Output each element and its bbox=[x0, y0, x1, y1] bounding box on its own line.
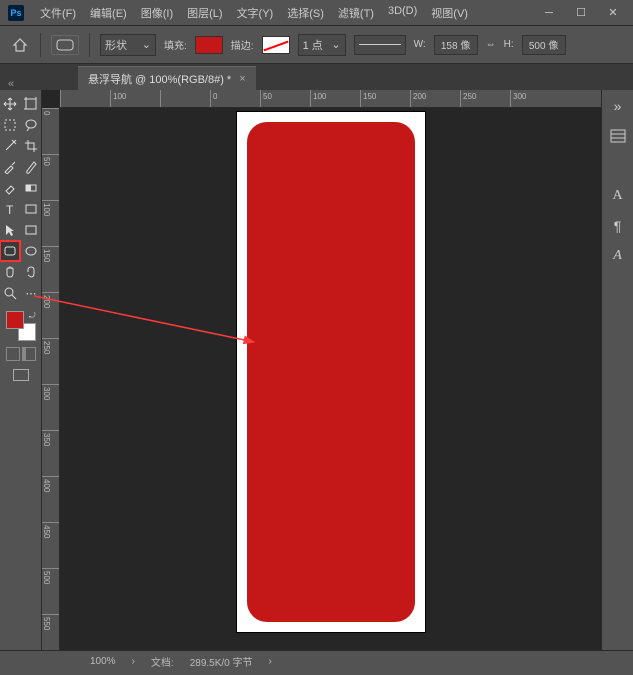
eraser-tool[interactable] bbox=[0, 178, 20, 198]
collapse-panels-icon[interactable]: « bbox=[8, 78, 14, 90]
options-bar: 形状 ⌄ 填充: 描边: 1 点 ⌄ W: ⇔ H: bbox=[0, 26, 633, 64]
tools-panel: T ⋯ ⤾ bbox=[0, 90, 42, 650]
zoom-tool[interactable] bbox=[0, 283, 20, 303]
menu-bar: 文件(F) 编辑(E) 图像(I) 图层(L) 文字(Y) 选择(S) 滤镜(T… bbox=[34, 3, 537, 23]
home-icon[interactable] bbox=[10, 35, 30, 55]
rounded-rectangle-tool[interactable] bbox=[0, 241, 20, 261]
height-label: H: bbox=[504, 39, 514, 50]
properties-panel-icon[interactable] bbox=[608, 126, 628, 146]
hand-tool[interactable] bbox=[0, 262, 20, 282]
shape-mode-value: 形状 bbox=[105, 37, 127, 53]
artboard[interactable] bbox=[237, 112, 425, 632]
workspace: T ⋯ ⤾ 100050100150200250300 050100150200… bbox=[0, 90, 633, 650]
fill-label: 填充: bbox=[164, 37, 187, 52]
width-input[interactable] bbox=[434, 35, 478, 55]
close-button[interactable]: ✕ bbox=[601, 5, 625, 21]
minimize-button[interactable]: ─ bbox=[537, 5, 561, 21]
gradient-tool[interactable] bbox=[21, 178, 41, 198]
chevron-down-icon: ⌄ bbox=[331, 38, 340, 51]
stroke-width-value: 1 点 bbox=[303, 37, 323, 53]
titlebar: Ps 文件(F) 编辑(E) 图像(I) 图层(L) 文字(Y) 选择(S) 滤… bbox=[0, 0, 633, 26]
document-tab-strip: « 悬浮导航 @ 100%(RGB/8#) * × bbox=[0, 64, 633, 90]
foreground-color[interactable] bbox=[6, 311, 24, 329]
document-window: 100050100150200250300 050100150200250300… bbox=[42, 90, 601, 650]
character-panel-icon[interactable]: A bbox=[608, 186, 628, 206]
stroke-color-swatch[interactable] bbox=[262, 36, 290, 54]
maximize-button[interactable]: ☐ bbox=[569, 5, 593, 21]
marquee-tool[interactable] bbox=[0, 115, 20, 135]
standard-mode[interactable] bbox=[6, 347, 20, 361]
menu-filter[interactable]: 滤镜(T) bbox=[332, 3, 380, 23]
menu-image[interactable]: 图像(I) bbox=[135, 3, 179, 23]
chevron-down-icon: ⌄ bbox=[142, 38, 151, 51]
document-tab-title: 悬浮导航 @ 100%(RGB/8#) * bbox=[88, 71, 231, 87]
expand-panels-icon[interactable]: » bbox=[608, 96, 628, 116]
path-select-tool[interactable] bbox=[0, 220, 20, 240]
menu-3d[interactable]: 3D(D) bbox=[382, 3, 423, 23]
right-panel-dock: » A ¶ A bbox=[601, 90, 633, 650]
status-chevron-icon[interactable]: › bbox=[269, 656, 272, 667]
canvas-area[interactable] bbox=[60, 108, 601, 650]
mask-mode-toggle bbox=[6, 347, 36, 361]
menu-edit[interactable]: 编辑(E) bbox=[84, 3, 133, 23]
menu-select[interactable]: 选择(S) bbox=[281, 3, 330, 23]
brush-tool[interactable] bbox=[21, 157, 41, 177]
svg-text:T: T bbox=[6, 203, 14, 216]
ruler-vertical[interactable]: 050100150200250300350400450500550 bbox=[42, 108, 60, 650]
type-tool[interactable]: T bbox=[0, 199, 20, 219]
stroke-width-dropdown[interactable]: 1 点 ⌄ bbox=[298, 34, 346, 56]
paragraph-panel-icon[interactable]: ¶ bbox=[608, 216, 628, 236]
lasso-tool[interactable] bbox=[21, 115, 41, 135]
tool-preset-rounded-rect[interactable] bbox=[51, 35, 79, 55]
app-logo: Ps bbox=[8, 5, 24, 21]
ellipse-tool[interactable] bbox=[21, 241, 41, 261]
doc-info-value[interactable]: 289.5K/0 字节 bbox=[190, 654, 253, 669]
rectangle-tool[interactable] bbox=[21, 199, 41, 219]
stroke-style-dropdown[interactable] bbox=[354, 35, 406, 55]
magic-wand-tool[interactable] bbox=[0, 136, 20, 156]
doc-info-label: 文档: bbox=[151, 654, 174, 669]
window-controls: ─ ☐ ✕ bbox=[537, 5, 625, 21]
artboard-tool[interactable] bbox=[21, 94, 41, 114]
glyphs-panel-icon[interactable]: A bbox=[608, 246, 628, 266]
rectangle-shape-tool[interactable] bbox=[21, 220, 41, 240]
height-input[interactable] bbox=[522, 35, 566, 55]
quick-mask-mode[interactable] bbox=[22, 347, 36, 361]
shape-mode-dropdown[interactable]: 形状 ⌄ bbox=[100, 34, 156, 56]
swap-colors-icon[interactable]: ⤾ bbox=[29, 311, 36, 321]
rotate-view-tool[interactable] bbox=[21, 262, 41, 282]
menu-type[interactable]: 文字(Y) bbox=[231, 3, 280, 23]
status-chevron-icon[interactable]: › bbox=[132, 656, 135, 667]
eyedropper-tool[interactable] bbox=[0, 157, 20, 177]
rounded-rectangle-shape[interactable] bbox=[247, 122, 415, 622]
link-wh-icon[interactable]: ⇔ bbox=[486, 39, 496, 50]
ruler-horizontal[interactable]: 100050100150200250300 bbox=[60, 90, 601, 108]
zoom-level[interactable]: 100% bbox=[90, 656, 116, 667]
move-tool[interactable] bbox=[0, 94, 20, 114]
menu-file[interactable]: 文件(F) bbox=[34, 3, 82, 23]
document-tab[interactable]: 悬浮导航 @ 100%(RGB/8#) * × bbox=[78, 66, 256, 90]
menu-layer[interactable]: 图层(L) bbox=[181, 3, 228, 23]
menu-view[interactable]: 视图(V) bbox=[425, 3, 474, 23]
status-bar: 100% › 文档: 289.5K/0 字节 › bbox=[0, 650, 633, 672]
fill-color-swatch[interactable] bbox=[195, 36, 223, 54]
color-picker[interactable]: ⤾ bbox=[6, 311, 36, 341]
width-label: W: bbox=[414, 39, 426, 50]
tab-close-icon[interactable]: × bbox=[239, 73, 245, 85]
crop-tool[interactable] bbox=[21, 136, 41, 156]
edit-toolbar-icon[interactable]: ⋯ bbox=[21, 283, 41, 303]
screen-mode-button[interactable] bbox=[13, 369, 29, 381]
stroke-label: 描边: bbox=[231, 37, 254, 52]
